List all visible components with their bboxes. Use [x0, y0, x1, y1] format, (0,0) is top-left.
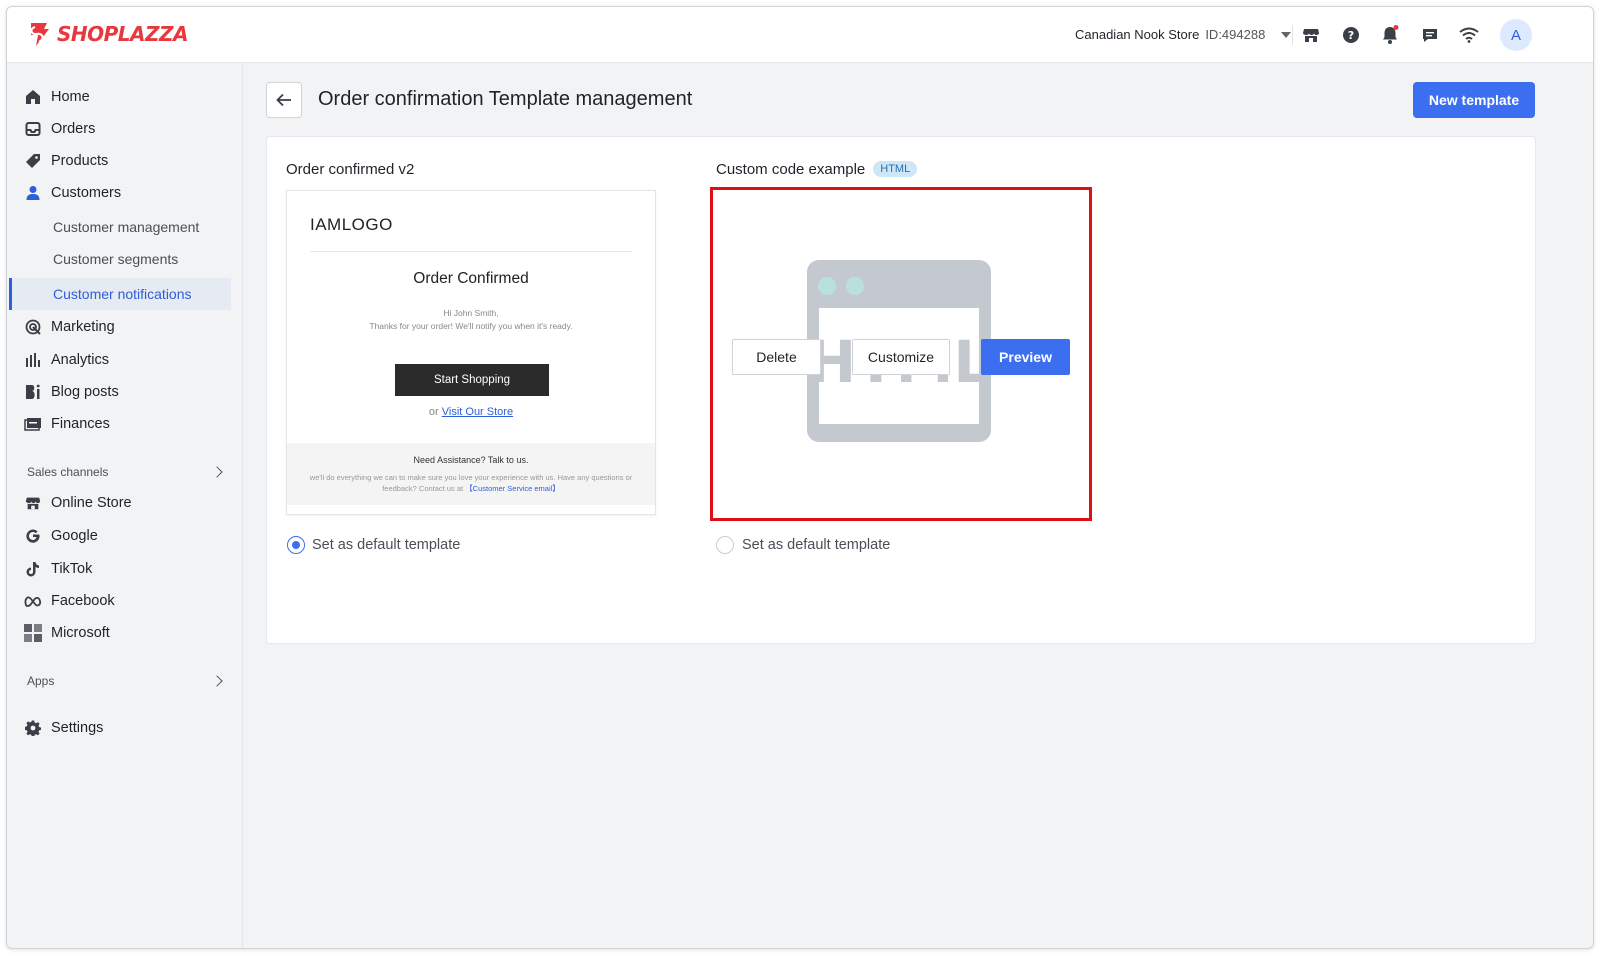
chevron-right-icon[interactable] — [211, 675, 223, 687]
preview-footer: Need Assistance? Talk to us. we'll do ev… — [287, 443, 655, 505]
sidebar-item-label: TikTok — [51, 561, 93, 577]
preview-store-link: Visit Our Store — [441, 406, 514, 418]
sidebar-item-label: Customers — [51, 185, 122, 201]
sidebar-subitem-customer-segments[interactable]: Customer segments — [53, 245, 178, 273]
sidebar-item-analytics[interactable]: Analytics — [23, 346, 109, 374]
store-icon — [23, 493, 43, 513]
new-template-button[interactable]: New template — [1413, 82, 1535, 118]
app-window: SHOPLAZZA Canadian Nook Store ID:494288 … — [6, 6, 1594, 949]
wifi-icon[interactable] — [1457, 23, 1481, 47]
meta-icon — [23, 591, 43, 611]
tag-icon — [23, 151, 43, 171]
caret-down-icon — [1281, 31, 1292, 38]
sidebar-item-label: Settings — [51, 720, 104, 736]
html-badge: HTML — [873, 161, 918, 177]
marketing-icon — [23, 317, 43, 337]
delete-button[interactable]: Delete — [732, 339, 821, 375]
shoplazza-logo[interactable]: SHOPLAZZA — [27, 21, 189, 47]
google-icon — [23, 526, 43, 546]
arrow-left-icon — [276, 93, 291, 107]
sidebar-item-customers[interactable]: Customers — [23, 179, 121, 207]
template-preview[interactable]: IAMLOGO Order Confirmed Hi John Smith, T… — [286, 190, 656, 515]
sidebar: Home Orders Products Customers Customer … — [7, 63, 243, 948]
sidebar-subitem-customer-notifications[interactable]: Customer notifications — [53, 280, 192, 308]
sidebar-item-label: Microsoft — [51, 625, 110, 641]
store-id: ID:494288 — [1205, 27, 1266, 42]
template-name-row: Custom code example HTML — [716, 161, 918, 178]
preview-footer-heading: Need Assistance? Talk to us. — [413, 455, 529, 465]
brand-name: SHOPLAZZA — [57, 22, 189, 46]
sidebar-item-home[interactable]: Home — [23, 83, 90, 111]
microsoft-icon — [23, 623, 43, 643]
sidebar-item-label: Finances — [51, 416, 110, 432]
chat-icon[interactable] — [1418, 23, 1442, 47]
bell-icon[interactable] — [1378, 23, 1402, 47]
section-label: Apps — [27, 674, 55, 688]
orders-icon — [23, 119, 43, 139]
sidebar-item-online-store[interactable]: Online Store — [23, 489, 132, 517]
sidebar-item-label: Products — [51, 153, 109, 169]
tiktok-icon — [23, 559, 43, 579]
store-icon[interactable] — [1299, 23, 1323, 47]
sidebar-item-products[interactable]: Products — [23, 147, 108, 175]
sidebar-item-label: Blog posts — [51, 384, 119, 400]
shoplazza-logo-icon — [30, 23, 49, 46]
sidebar-item-label: Online Store — [51, 495, 132, 511]
divider — [310, 251, 632, 252]
preview-button[interactable]: Preview — [981, 339, 1070, 375]
sidebar-item-label: Facebook — [51, 593, 115, 609]
customize-button[interactable]: Customize — [852, 339, 950, 375]
section-label: Sales channels — [27, 465, 109, 479]
gear-icon — [23, 718, 43, 738]
default-template-radio[interactable] — [287, 536, 305, 554]
preview-logo: IAMLOGO — [310, 215, 393, 234]
sidebar-item-label: Orders — [51, 121, 96, 137]
top-bar: SHOPLAZZA Canadian Nook Store ID:494288 … — [7, 7, 1593, 63]
apps-heading[interactable]: Apps — [27, 674, 54, 688]
sidebar-item-blog-posts[interactable]: Blog posts — [23, 378, 119, 406]
sidebar-item-label: Google — [51, 528, 98, 544]
sidebar-item-label: Home — [51, 89, 90, 105]
preview-message: Thanks for your order! We'll notify you … — [369, 321, 573, 331]
default-template-radio[interactable] — [716, 536, 734, 554]
preview-or-text: or — [428, 406, 439, 418]
chevron-right-icon[interactable] — [211, 466, 223, 478]
sidebar-item-tiktok[interactable]: TikTok — [23, 555, 92, 583]
default-template-label[interactable]: Set as default template — [742, 537, 890, 553]
finances-icon — [23, 414, 43, 434]
blog-icon — [23, 382, 43, 402]
sidebar-subitem-customer-management[interactable]: Customer management — [53, 213, 199, 241]
store-selector[interactable]: Canadian Nook Store ID:494288 — [1075, 27, 1292, 42]
sidebar-item-label: Analytics — [51, 352, 110, 368]
preview-footer-link: 【Customer Service email】 — [465, 484, 560, 493]
person-icon — [23, 183, 43, 203]
sidebar-item-orders[interactable]: Orders — [23, 115, 95, 143]
sidebar-item-label: Marketing — [51, 319, 115, 335]
preview-start-shopping-button: Start Shopping — [395, 364, 549, 396]
help-icon[interactable]: ? — [1339, 23, 1363, 47]
preview-or-line: or Visit Our Store — [287, 406, 655, 418]
highlight-box: HTML Delete Customize Preview — [710, 187, 1092, 521]
store-name: Canadian Nook Store — [1075, 27, 1200, 42]
svg-text:?: ? — [1348, 29, 1354, 42]
sidebar-item-settings[interactable]: Settings — [23, 714, 103, 742]
sidebar-item-finances[interactable]: Finances — [23, 410, 110, 438]
preview-footer-text-wrap: we'll do everything we can to make sure … — [307, 472, 635, 494]
page-title: Order confirmation Template management — [318, 88, 693, 110]
template-name: Order confirmed v2 — [286, 161, 415, 178]
preview-heading: Order Confirmed — [413, 270, 529, 287]
divider — [1292, 25, 1293, 45]
sales-channels-heading[interactable]: Sales channels — [27, 465, 108, 479]
home-icon — [23, 87, 43, 107]
template-name: Custom code example — [716, 161, 866, 178]
sidebar-item-google[interactable]: Google — [23, 522, 98, 550]
avatar[interactable]: A — [1500, 19, 1532, 51]
analytics-icon — [23, 350, 43, 370]
back-button[interactable] — [266, 82, 302, 118]
default-template-label[interactable]: Set as default template — [312, 537, 460, 553]
sidebar-item-marketing[interactable]: Marketing — [23, 313, 115, 341]
sidebar-item-microsoft[interactable]: Microsoft — [23, 619, 110, 647]
sidebar-item-facebook[interactable]: Facebook — [23, 587, 115, 615]
preview-greeting: Hi John Smith, — [443, 308, 499, 318]
